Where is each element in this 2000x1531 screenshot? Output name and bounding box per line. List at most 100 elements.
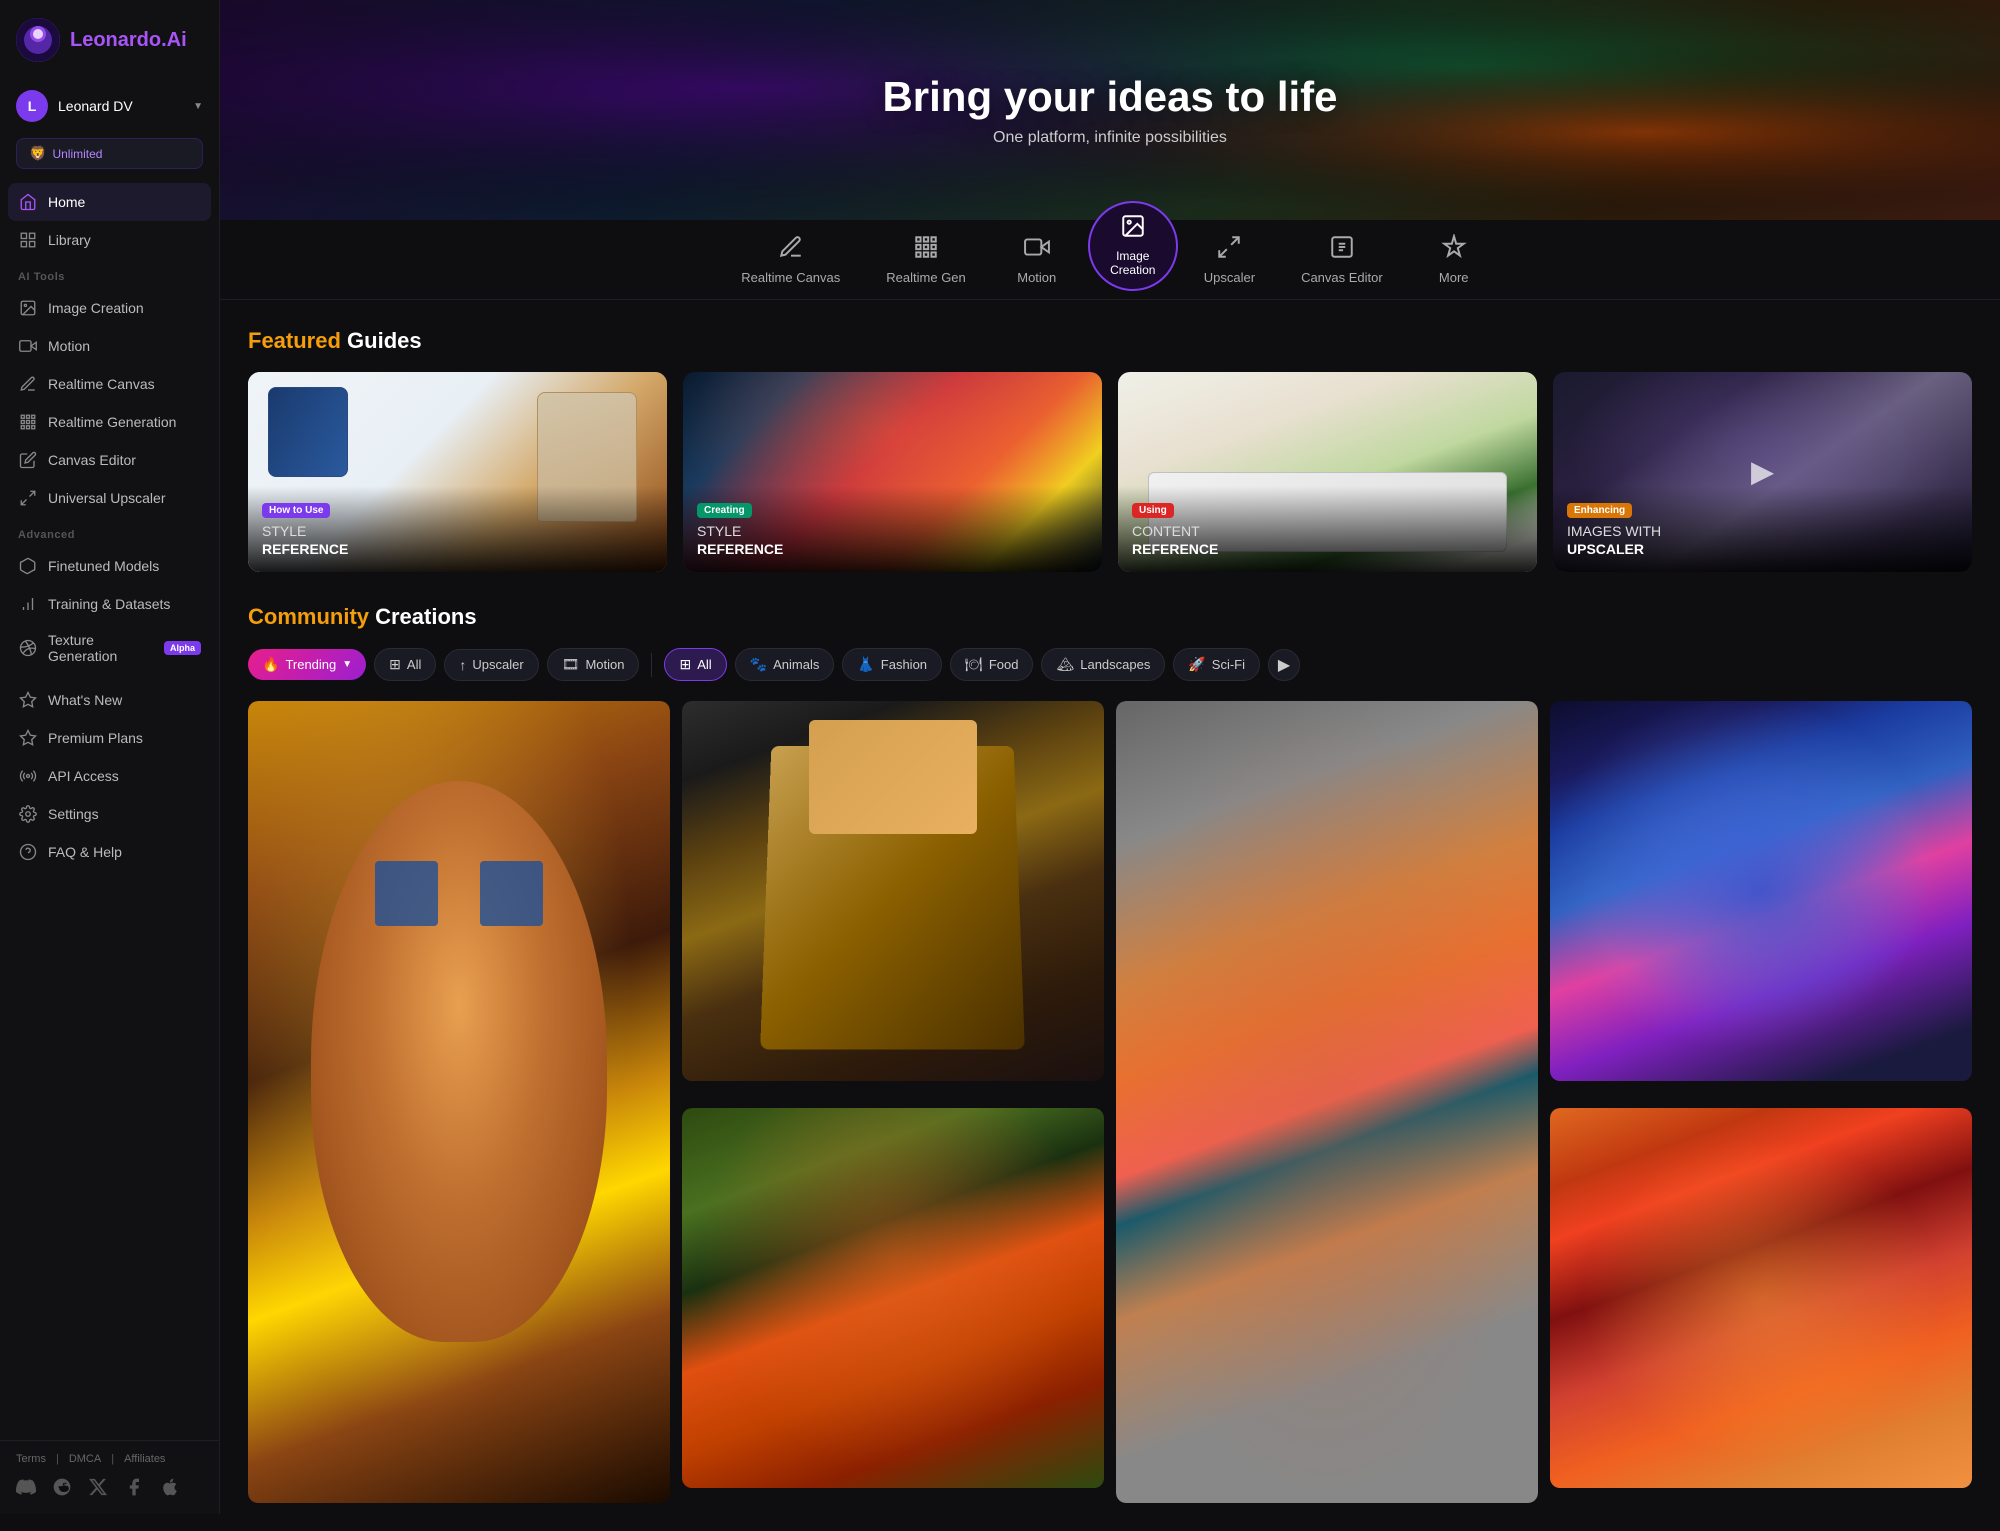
settings-icon: [18, 804, 38, 824]
filter-motion[interactable]: 🎞 Motion: [547, 648, 640, 681]
sidebar-item-image-creation[interactable]: Image Creation: [8, 289, 211, 327]
filter-sci-fi[interactable]: 🚀 Sci-Fi: [1173, 648, 1260, 681]
sidebar-item-label: Realtime Canvas: [48, 376, 155, 392]
filter-trending[interactable]: 🔥 Trending ▼: [248, 649, 366, 680]
sidebar-item-premium-plans[interactable]: Premium Plans: [8, 719, 211, 757]
filter-all-right[interactable]: ⊞ All: [664, 648, 726, 681]
sidebar-item-home[interactable]: Home: [8, 183, 211, 221]
sidebar-item-texture-generation[interactable]: Texture Generation Alpha: [8, 623, 211, 673]
chevron-down-icon: ▼: [193, 101, 203, 112]
sidebar-item-whats-new[interactable]: What's New: [8, 681, 211, 719]
models-icon: [18, 556, 38, 576]
sidebar-item-canvas-editor[interactable]: Canvas Editor: [8, 441, 211, 479]
upscaler-icon: [18, 488, 38, 508]
sidebar-item-label: Premium Plans: [48, 730, 143, 746]
filter-landscapes[interactable]: 🏔 Landscapes: [1041, 648, 1165, 681]
sidebar: Leonardo.Ai L Leonard DV ▼ 🦁 Unlimited H…: [0, 0, 220, 1514]
canvas-editor-nav-icon: [1329, 234, 1355, 266]
sidebar-item-realtime-canvas[interactable]: Realtime Canvas: [8, 365, 211, 403]
filter-label: All: [407, 657, 421, 672]
reddit-icon[interactable]: [52, 1477, 72, 1502]
library-icon: [18, 230, 38, 250]
guide-card-2[interactable]: Creating STYLE REFERENCE: [683, 372, 1102, 572]
filter-animals[interactable]: 🐾 Animals: [735, 648, 835, 681]
hero-banner: Bring your ideas to life One platform, i…: [220, 0, 2000, 220]
landscapes-icon: 🏔: [1056, 656, 1074, 673]
sidebar-item-label: Settings: [48, 806, 99, 822]
nav-btn-realtime-canvas[interactable]: Realtime Canvas: [721, 224, 860, 295]
api-icon: [18, 766, 38, 786]
filter-upscaler[interactable]: ↑ Upscaler: [444, 649, 538, 681]
content-area: Featured Guides How to Use: [220, 300, 2000, 1531]
sidebar-item-api-access[interactable]: API Access: [8, 757, 211, 795]
filter-food[interactable]: 🍽 Food: [950, 648, 1033, 681]
nav-btn-more[interactable]: More: [1409, 224, 1499, 295]
sidebar-item-settings[interactable]: Settings: [8, 795, 211, 833]
plan-badge[interactable]: 🦁 Unlimited: [16, 138, 203, 169]
filter-label: Fashion: [881, 657, 927, 672]
facebook-icon[interactable]: [124, 1477, 144, 1502]
community-title: Community Creations: [248, 604, 1972, 630]
animals-icon: 🐾: [750, 656, 767, 673]
sidebar-item-motion[interactable]: Motion: [8, 327, 211, 365]
sidebar-item-training-datasets[interactable]: Training & Datasets: [8, 585, 211, 623]
filter-all-left[interactable]: ⊞ All: [374, 648, 436, 681]
upscaler-filter-icon: ↑: [459, 657, 466, 673]
dmca-link[interactable]: DMCA: [69, 1453, 101, 1465]
nav-btn-motion[interactable]: Motion: [992, 224, 1082, 295]
more-nav-icon: [1441, 234, 1467, 266]
user-row[interactable]: L Leonard DV ▼: [0, 80, 219, 132]
ai-tools-label: AI Tools: [8, 259, 211, 289]
guide-title-3: CONTENT REFERENCE: [1132, 522, 1523, 558]
image-grid: [248, 701, 1972, 1503]
terms-link[interactable]: Terms: [16, 1453, 46, 1465]
sidebar-item-label: Universal Upscaler: [48, 490, 165, 506]
nav-btn-label: Image Creation: [1110, 249, 1156, 277]
logo[interactable]: Leonardo.Ai: [0, 0, 219, 80]
filter-fashion[interactable]: 👗 Fashion: [842, 648, 942, 681]
twitter-icon[interactable]: [88, 1477, 108, 1502]
guide-card-4[interactable]: ▶ Enhancing IMAGES WITH UPSCALER: [1553, 372, 1972, 572]
sidebar-item-finetuned-models[interactable]: Finetuned Models: [8, 547, 211, 585]
sidebar-item-label: Realtime Generation: [48, 414, 176, 430]
guide-card-1[interactable]: How to Use STYLE REFERENCE: [248, 372, 667, 572]
guide-overlay-2: Creating STYLE REFERENCE: [683, 486, 1102, 572]
image-card-3[interactable]: [1116, 701, 1538, 1503]
nav-btn-realtime-gen[interactable]: Realtime Gen: [866, 224, 985, 295]
nav-btn-image-creation[interactable]: Image Creation: [1088, 201, 1178, 291]
sidebar-item-library[interactable]: Library: [8, 221, 211, 259]
discord-icon[interactable]: [16, 1477, 36, 1502]
guides-grid: How to Use STYLE REFERENCE Creating: [248, 372, 1972, 572]
guide-overlay-3: Using CONTENT REFERENCE: [1118, 486, 1537, 572]
guide-card-3[interactable]: Using CONTENT REFERENCE: [1118, 372, 1537, 572]
nav-btn-label: More: [1439, 270, 1469, 285]
sidebar-item-faq-help[interactable]: FAQ & Help: [8, 833, 211, 871]
nav-btn-upscaler[interactable]: Upscaler: [1184, 224, 1275, 295]
filter-scroll-right[interactable]: ▶: [1268, 649, 1300, 681]
sidebar-item-universal-upscaler[interactable]: Universal Upscaler: [8, 479, 211, 517]
featured-guides-section: Featured Guides How to Use: [248, 328, 1972, 572]
nav-btn-canvas-editor[interactable]: Canvas Editor: [1281, 224, 1403, 295]
image-card-5[interactable]: [682, 1108, 1104, 1503]
apple-icon[interactable]: [160, 1477, 180, 1502]
image-card-6[interactable]: [1550, 1108, 1972, 1503]
image-card-2[interactable]: [682, 701, 1104, 1096]
image-card-4[interactable]: [1550, 701, 1972, 1096]
affiliates-link[interactable]: Affiliates: [124, 1453, 165, 1465]
featured-rest: Guides: [341, 328, 422, 353]
motion-nav-icon: [1024, 234, 1050, 266]
filter-label: All: [697, 657, 711, 672]
guide-tag-2: Creating: [697, 503, 752, 518]
nav-btn-label: Realtime Canvas: [741, 270, 840, 285]
sidebar-item-realtime-generation[interactable]: Realtime Generation: [8, 403, 211, 441]
guide-arrow: ▶: [1751, 455, 1774, 490]
realtime-gen-icon: [18, 412, 38, 432]
community-highlight: Community: [248, 604, 369, 629]
nav-btn-label: Realtime Gen: [886, 270, 965, 285]
image-card-1[interactable]: [248, 701, 670, 1503]
texture-icon: [18, 638, 38, 658]
sci-fi-icon: 🚀: [1188, 656, 1205, 673]
nav-advanced: Advanced Finetuned Models Training & Dat…: [0, 517, 219, 673]
plan-icon: 🦁: [29, 145, 46, 162]
guide-tag-1: How to Use: [262, 503, 330, 518]
